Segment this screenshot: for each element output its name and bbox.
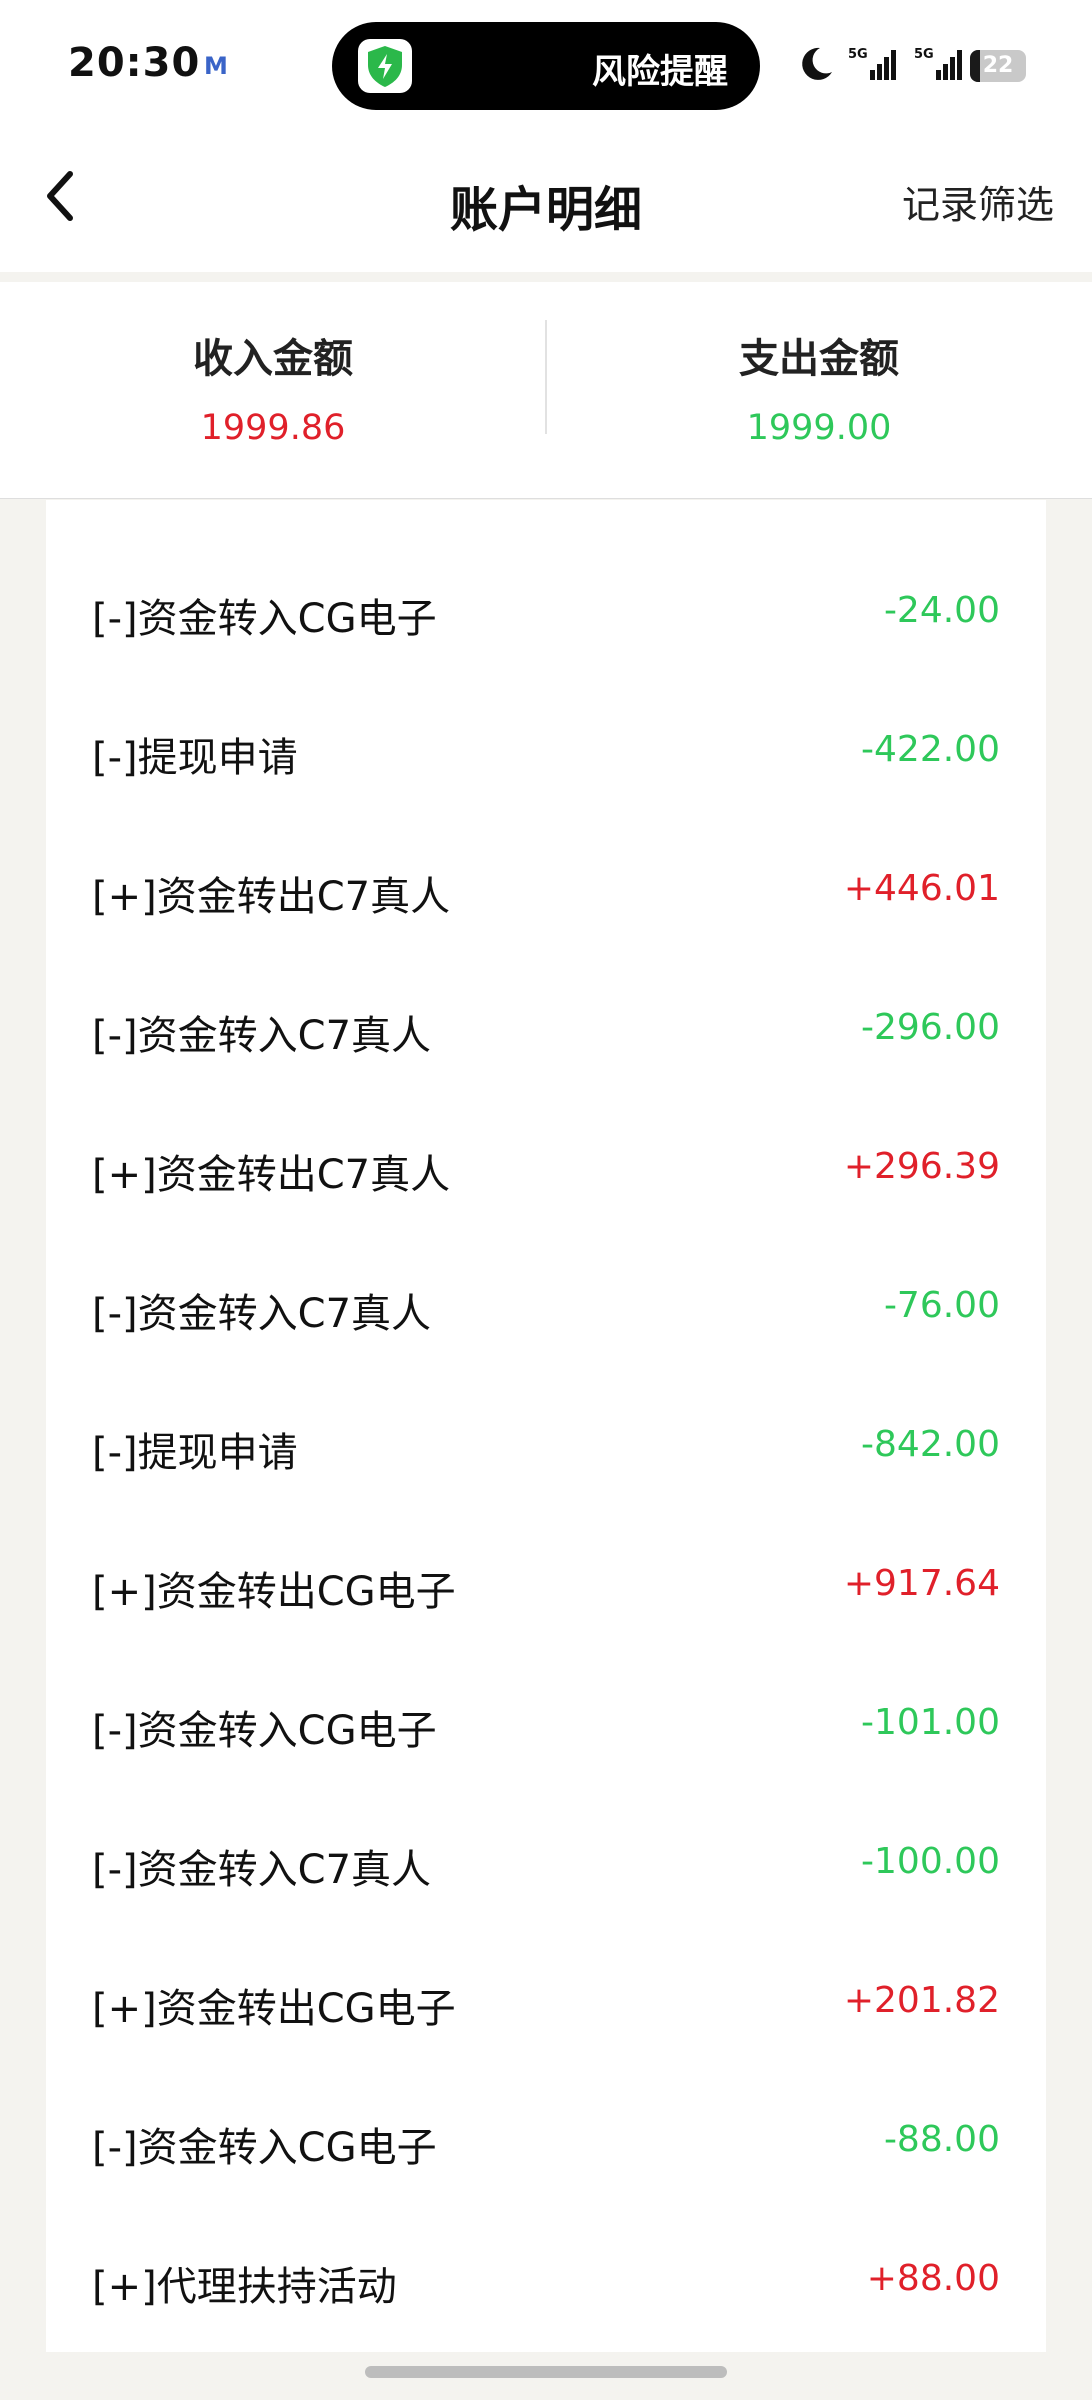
list-item[interactable]: [-]资金转入CG电子 -24.00 [46, 540, 1046, 679]
list-item[interactable]: [-]提现申请 -842.00 [46, 1374, 1046, 1513]
income-label: 收入金额 [193, 336, 353, 382]
record-amount: -76.00 [883, 1285, 1000, 1326]
nav-bar: 账户明细 记录筛选 [0, 132, 1092, 272]
record-amount: +446.01 [843, 868, 1000, 909]
list-item[interactable]: [-]资金转入CG电子 -101.00 [46, 1652, 1046, 1791]
record-amount: -100.00 [861, 1841, 1000, 1882]
list-item[interactable]: [-]资金转入CG电子 -88.00 [46, 2069, 1046, 2208]
list-item[interactable]: [+]资金转出CG电子 +917.64 [46, 1513, 1046, 1652]
dynamic-island[interactable]: 风险提醒 [332, 22, 760, 110]
record-description: [-]资金转入C7真人 [92, 1847, 432, 1893]
record-description: [-]提现申请 [92, 735, 298, 781]
records-list[interactable]: [-]资金转入CG电子 -24.00 [-]提现申请 -422.00 [+]资金转出C7… [46, 500, 1046, 2352]
list-item[interactable]: [-]资金转入C7真人 -100.00 [46, 1791, 1046, 1930]
shield-bolt-icon [358, 39, 412, 93]
list-item[interactable]: [-]提现申请 -422.00 [46, 679, 1046, 818]
moon-icon [796, 44, 836, 88]
record-amount: -101.00 [861, 1702, 1000, 1743]
record-filter-button[interactable]: 记录筛选 [902, 174, 1054, 229]
signal-5g-icon-2: 5G [912, 44, 964, 88]
record-description: [-]提现申请 [92, 1430, 298, 1476]
record-amount: -422.00 [861, 729, 1000, 770]
list-item[interactable]: [-]资金转入C7真人 -296.00 [46, 957, 1046, 1096]
record-description: [+]资金转出C7真人 [92, 874, 451, 920]
svg-text:5G: 5G [914, 47, 934, 62]
record-amount: -842.00 [861, 1424, 1000, 1465]
record-description: [-]资金转入CG电子 [92, 1708, 437, 1754]
expense-summary: 支出金额 1999.00 [546, 282, 1092, 498]
mail-icon: M [204, 52, 228, 80]
expense-label: 支出金额 [739, 336, 899, 382]
risk-alert-label: 风险提醒 [592, 52, 728, 92]
record-description: [-]资金转入CG电子 [92, 596, 437, 642]
record-amount: +201.82 [843, 1980, 1000, 2021]
list-item[interactable]: [+]代理扶持活动 +88.00 [46, 2208, 1046, 2347]
list-item[interactable]: [+]资金转出C7真人 +446.01 [46, 818, 1046, 957]
record-description: [-]资金转入C7真人 [92, 1013, 432, 1059]
svg-text:5G: 5G [848, 47, 868, 62]
record-description: [+]代理扶持活动 [92, 2264, 397, 2310]
record-amount: -24.00 [883, 590, 1000, 631]
expense-value: 1999.00 [746, 408, 892, 448]
summary-panel: 收入金额 1999.86 支出金额 1999.00 [0, 282, 1092, 499]
list-item[interactable]: [+]资金转出CG电子 +201.82 [46, 1930, 1046, 2069]
battery-icon: 22 [970, 50, 1026, 82]
status-time: 20:30 [68, 40, 201, 86]
list-item[interactable]: [-]资金转入C7真人 -76.00 [46, 1235, 1046, 1374]
record-amount: +917.64 [843, 1563, 1000, 1604]
signal-5g-icon: 5G [846, 44, 898, 88]
home-indicator[interactable] [365, 2366, 727, 2378]
record-amount: -296.00 [861, 1007, 1000, 1048]
record-description: [+]资金转出CG电子 [92, 1569, 456, 1615]
record-amount: +88.00 [866, 2258, 1000, 2299]
record-description: [+]资金转出CG电子 [92, 1986, 456, 2032]
list-item[interactable]: [+]资金转出C7真人 +296.39 [46, 1096, 1046, 1235]
income-summary: 收入金额 1999.86 [0, 282, 546, 498]
record-description: [-]资金转入C7真人 [92, 1291, 432, 1337]
record-amount: +296.39 [843, 1146, 1000, 1187]
income-value: 1999.86 [200, 408, 346, 448]
status-bar: 20:30 M 风险提醒 5G 5G 22 [0, 0, 1092, 132]
record-description: [-]资金转入CG电子 [92, 2125, 437, 2171]
record-description: [+]资金转出C7真人 [92, 1152, 451, 1198]
record-amount: -88.00 [883, 2119, 1000, 2160]
battery-level: 22 [982, 53, 1014, 78]
